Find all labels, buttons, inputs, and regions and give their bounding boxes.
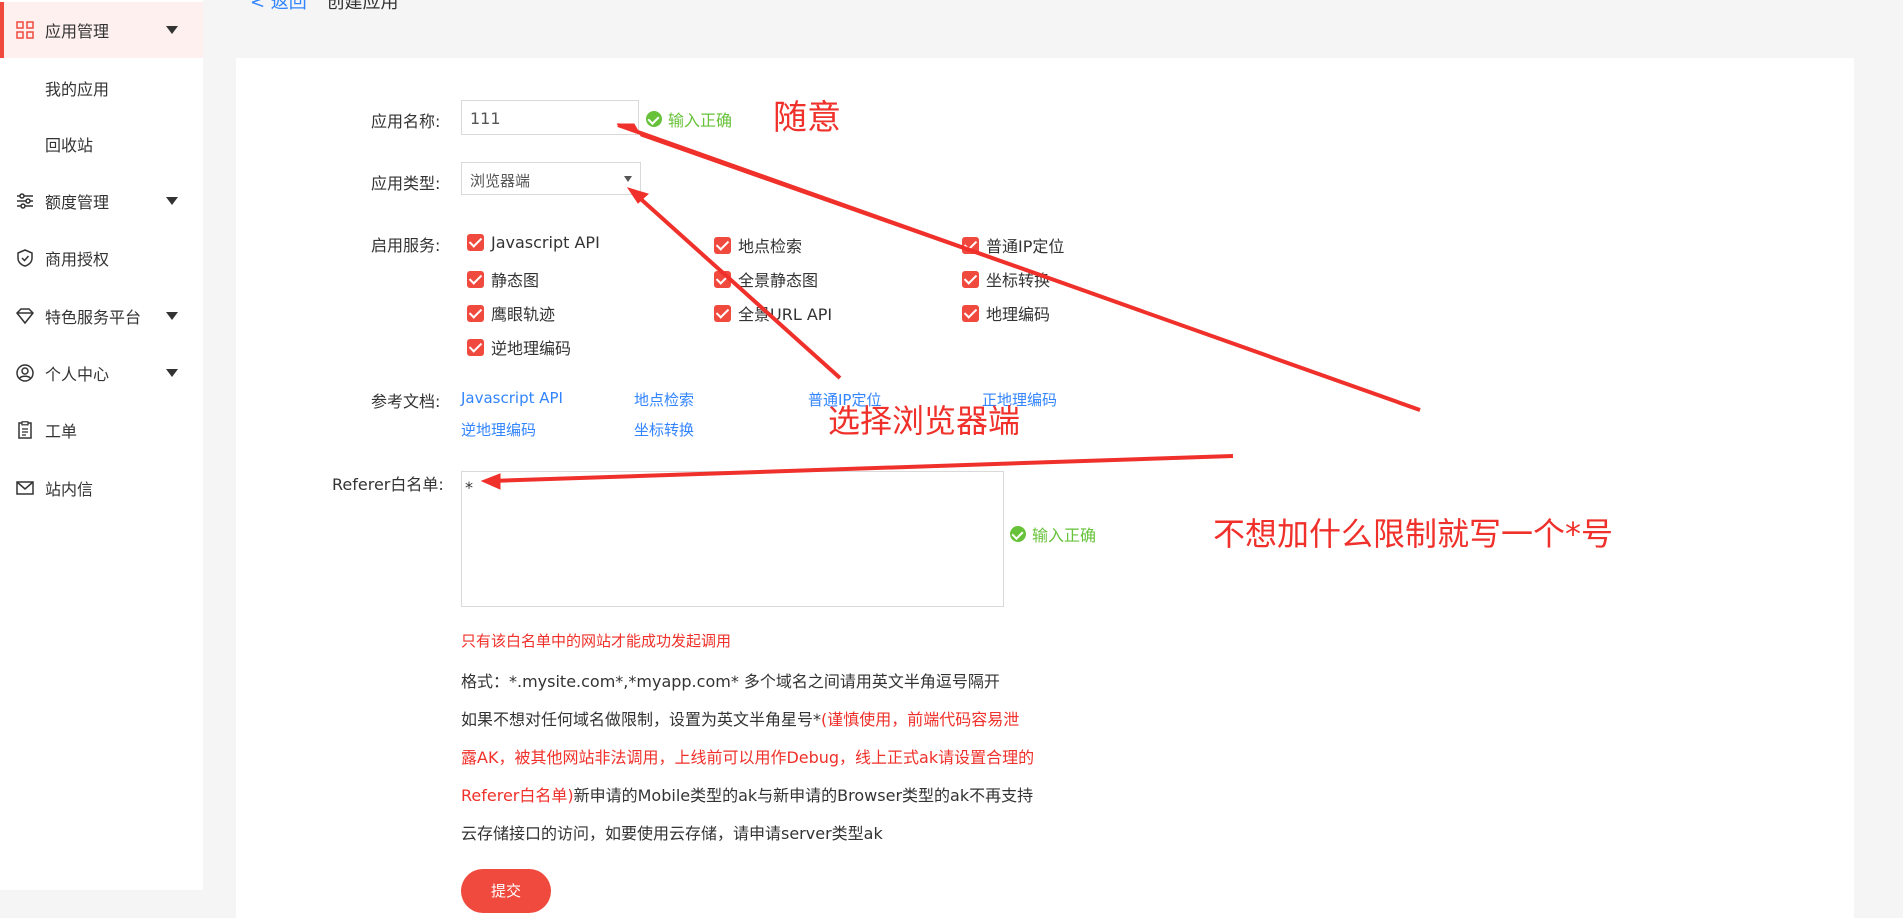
annotation-select-browser: 选择浏览器端 (828, 402, 1021, 440)
annotation-arrow-3 (480, 473, 501, 490)
annotation-arrows (480, 123, 1421, 490)
annotation-random: 随意 (773, 98, 841, 138)
annotation-star-note: 不想加什么限制就写一个*号 (1213, 515, 1614, 553)
